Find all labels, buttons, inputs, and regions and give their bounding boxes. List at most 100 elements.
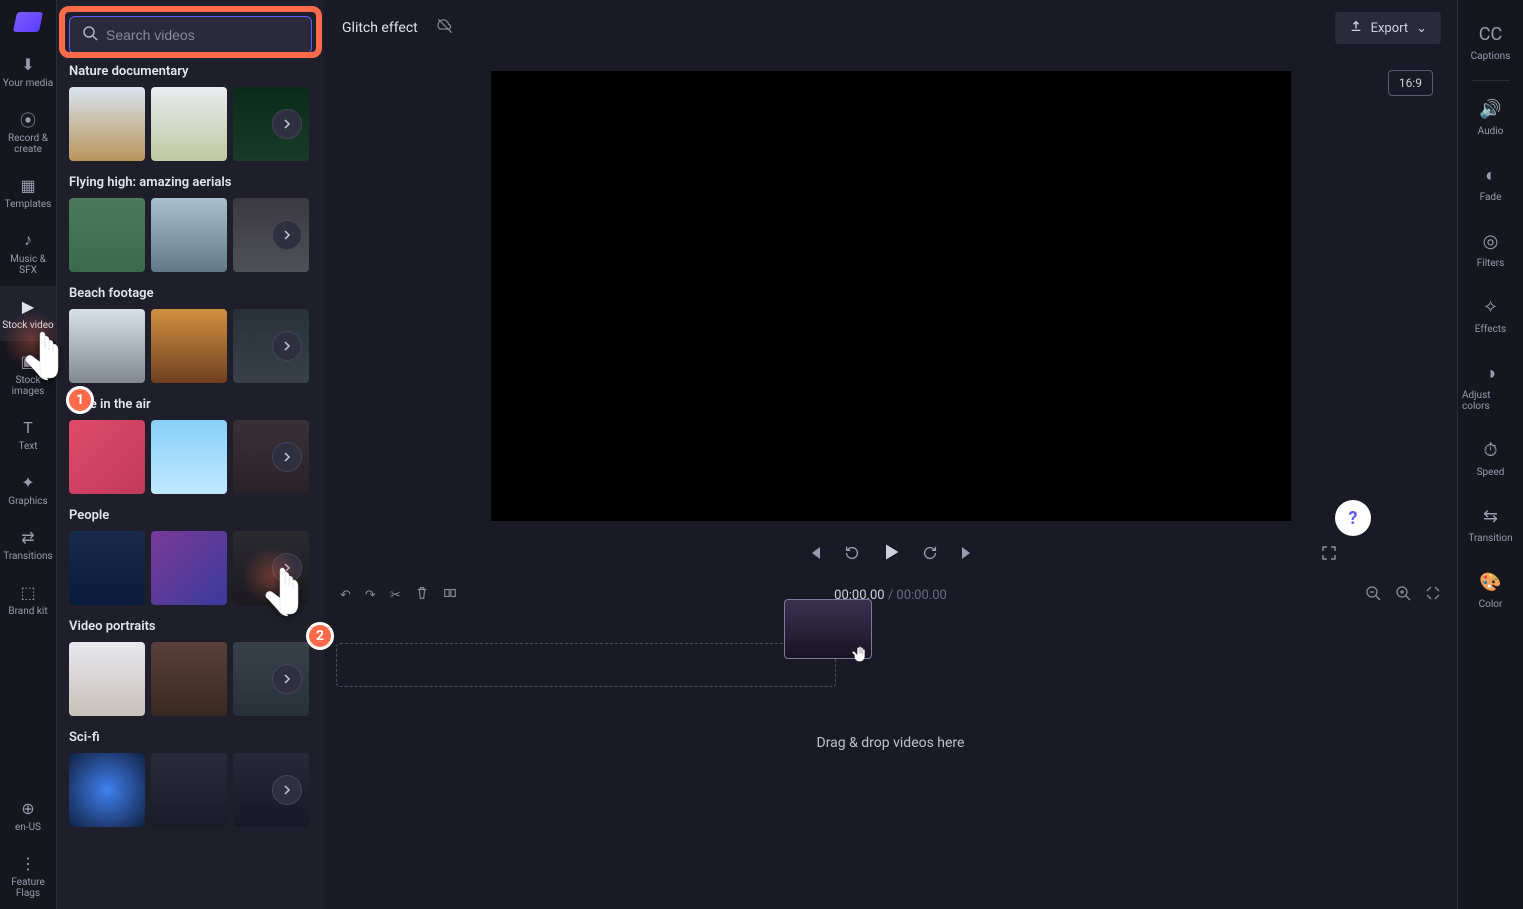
timeline-drop-zone[interactable] [336,643,836,687]
fullscreen-icon[interactable] [1321,545,1337,565]
category-more-button[interactable] [272,109,302,139]
redo-icon[interactable]: ↷ [365,588,376,603]
audio-icon: 🔊 [1479,99,1501,120]
video-thumbnail[interactable] [69,531,145,605]
sidebar-item-label: Text [18,441,37,452]
delete-icon[interactable] [415,586,429,604]
skip-forward-icon[interactable] [959,545,975,565]
category: Video portraits [69,619,312,716]
adjust-icon: ◑ [1485,363,1496,384]
video-thumbnail[interactable] [69,753,145,827]
right-item-transition[interactable]: ⇆Transition [1464,492,1516,558]
category-thumbs [69,531,312,605]
sidebar-item-stock-images[interactable]: ▣ Stock images [0,341,56,407]
sidebar-item-label: Your media [3,78,53,89]
right-item-label: Filters [1477,258,1505,269]
app-logo[interactable] [0,0,56,44]
help-button[interactable]: ? [1335,500,1371,536]
aspect-ratio-button[interactable]: 16:9 [1388,70,1433,96]
cloud-sync-icon[interactable] [436,17,454,39]
category-more-button[interactable] [272,331,302,361]
category-title: Love in the air [69,397,312,412]
categories-list: Nature documentaryFlying high: amazing a… [57,64,324,909]
sidebar-item-text[interactable]: T Text [0,407,56,462]
play-button[interactable] [881,542,901,567]
right-item-label: Fade [1480,192,1502,203]
right-item-label: Effects [1475,324,1506,335]
sidebar-item-transitions[interactable]: ⇄Transitions [0,517,56,572]
music-icon: ♪ [18,230,38,250]
category-thumbs [69,753,312,827]
locale-icon: ⊕ [18,798,38,818]
sidebar-item-label: Graphics [8,496,47,507]
right-item-adjust[interactable]: ◑Adjust colors [1458,349,1523,426]
fade-icon: ◐ [1485,165,1496,186]
search-input[interactable] [106,27,299,43]
video-thumbnail[interactable] [69,642,145,716]
right-item-filters[interactable]: ◎Filters [1473,217,1509,283]
video-thumbnail[interactable] [69,198,145,272]
category-more-button[interactable] [272,553,302,583]
stock-images-icon: ▣ [18,351,38,371]
category-more-button[interactable] [272,220,302,250]
category-more-button[interactable] [272,775,302,805]
video-preview[interactable] [491,71,1291,521]
sidebar-item-record[interactable]: ⦿Record & create [0,99,56,165]
text-icon: T [18,417,38,437]
right-item-captions[interactable]: CCCaptions [1467,10,1515,76]
right-item-label: Speed [1477,467,1505,478]
project-title[interactable]: Glitch effect [340,14,420,42]
left-sidebar: ⬇Your media⦿Record & create▦Templates♪Mu… [0,0,57,909]
video-thumbnail[interactable] [69,87,145,161]
sidebar-item-label: Stock images [2,375,54,397]
cut-icon[interactable]: ✂ [390,588,401,603]
timeline-hint: Drag & drop videos here [336,735,1445,751]
sidebar-item-brand-kit[interactable]: ⬚Brand kit [0,572,56,627]
right-item-speed[interactable]: ⏱Speed [1473,426,1509,492]
skip-back-icon[interactable] [807,545,823,565]
right-item-color[interactable]: 🎨Color [1475,558,1507,624]
main-area: Glitch effect Export ⌄ 16:9 [324,0,1457,909]
video-thumbnail[interactable] [69,420,145,494]
video-thumbnail[interactable] [151,198,227,272]
sidebar-item-stock-video[interactable]: ▶Stock video [0,286,56,341]
search-bar[interactable] [69,16,312,54]
category: Flying high: amazing aerials [69,175,312,272]
video-thumbnail[interactable] [151,753,227,827]
right-item-label: Captions [1471,51,1511,62]
sidebar-item-graphics[interactable]: ✦Graphics [0,462,56,517]
zoom-out-icon[interactable] [1365,585,1381,605]
right-item-label: Audio [1478,126,1504,137]
chevron-down-icon: ⌄ [1416,21,1427,36]
undo-icon[interactable]: ↶ [340,588,351,603]
video-thumbnail[interactable] [151,531,227,605]
video-thumbnail[interactable] [151,420,227,494]
category-more-button[interactable] [272,664,302,694]
timeline-area[interactable]: Drag & drop videos here [324,613,1457,909]
video-thumbnail[interactable] [151,642,227,716]
sidebar-item-label: Brand kit [8,606,47,617]
right-item-fade[interactable]: ◐ Fade [1476,151,1506,217]
sidebar-item-locale[interactable]: ⊕en-US [0,788,56,843]
sidebar-item-your-media[interactable]: ⬇Your media [0,44,56,99]
sidebar-item-label: Stock video [2,320,54,331]
sidebar-item-templates[interactable]: ▦Templates [0,165,56,220]
split-icon[interactable] [443,586,457,604]
rewind-icon[interactable] [843,544,861,566]
video-thumbnail[interactable] [151,87,227,161]
video-thumbnail[interactable] [69,309,145,383]
category-thumbs [69,420,312,494]
category-title: Beach footage [69,286,312,301]
category-more-button[interactable] [272,442,302,472]
sidebar-item-feature-flags[interactable]: ⋮Feature Flags [0,843,56,909]
export-button[interactable]: Export ⌄ [1335,12,1441,44]
main-header: Glitch effect Export ⌄ [324,0,1457,56]
preview-area: 16:9 [324,56,1457,536]
right-item-audio[interactable]: 🔊 Audio [1474,85,1508,151]
fit-icon[interactable] [1425,585,1441,605]
right-item-effects[interactable]: ✧Effects [1471,283,1510,349]
video-thumbnail[interactable] [151,309,227,383]
sidebar-item-music[interactable]: ♪Music & SFX [0,220,56,286]
forward-icon[interactable] [921,544,939,566]
zoom-in-icon[interactable] [1395,585,1411,605]
